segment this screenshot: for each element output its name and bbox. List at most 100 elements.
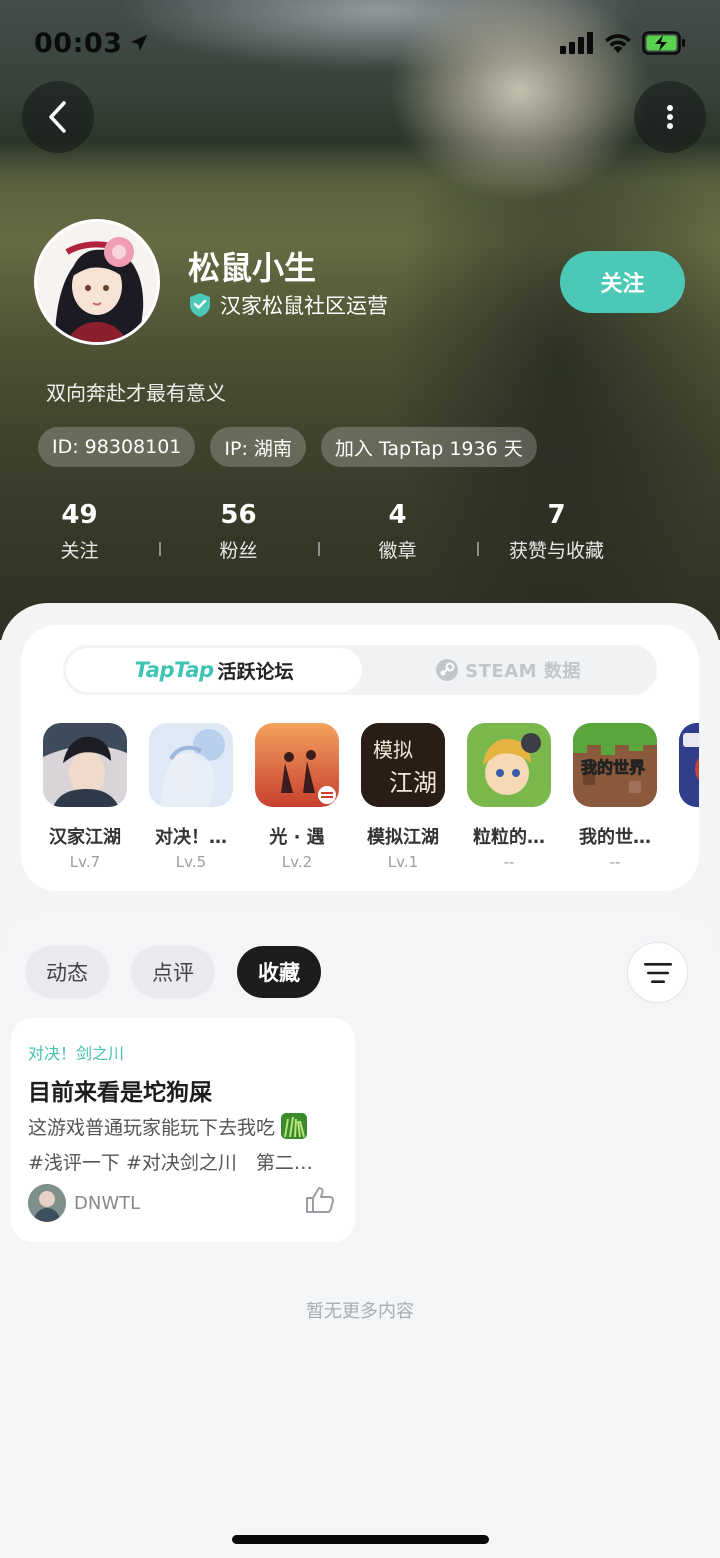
moni-logo-text: 模拟 <box>373 738 413 762</box>
hanjia-art <box>43 723 127 807</box>
games-source-switch: TapTap 活跃论坛 STEAM 数据 <box>63 645 657 695</box>
ip-location-chip: IP: 湖南 <box>210 427 306 467</box>
post-excerpt: 这游戏普通玩家能玩下去我吃 #浅评一下 #对决剑之川 第二… <box>28 1111 340 1181</box>
author-avatar-art <box>28 1184 66 1222</box>
game-icon-yuan <box>679 723 699 807</box>
game-name: 模拟江湖 <box>367 827 439 848</box>
game-level: -- <box>503 853 515 871</box>
tab-steam-data[interactable]: STEAM 数据 <box>363 648 653 692</box>
minecraft-logo-text: 我的世界 <box>581 758 645 777</box>
stat-following[interactable]: 49 关注 <box>0 500 159 563</box>
stat-badges[interactable]: 4 徽章 <box>318 500 477 563</box>
stat-label: 徽章 <box>378 540 417 562</box>
post-excerpt-hashtags: #浅评一下 #对决剑之川 第二… <box>28 1152 313 1174</box>
avatar-illustration <box>37 222 157 342</box>
games-card: TapTap 活跃论坛 STEAM 数据 汉家江湖 Lv.7 对决！… Lv.5… <box>21 625 699 891</box>
stat-label: 粉丝 <box>219 540 258 562</box>
game-icon-lili <box>467 723 551 807</box>
game-level: Lv.2 <box>281 853 313 871</box>
game-name: 光 · 遇 <box>269 827 325 848</box>
stat-value: 56 <box>220 500 257 530</box>
filter-button[interactable] <box>627 942 688 1003</box>
feed-tabs: 动态 点评 收藏 <box>25 946 321 998</box>
game-level: -- <box>609 853 621 871</box>
sky-art <box>255 723 339 807</box>
role-text: 汉家松鼠社区运营 <box>220 294 388 318</box>
game-icon-duijue <box>149 723 233 807</box>
follow-button[interactable]: 关注 <box>560 251 685 313</box>
game-item[interactable]: 模拟 江湖 模拟江湖 Lv.1 <box>361 723 445 871</box>
post-title: 目前来看是坨狗屎 <box>28 1080 212 1106</box>
game-icon-minecraft: 我的世界 <box>573 723 657 807</box>
stat-likes-favorites[interactable]: 7 获赞与收藏 <box>477 500 636 563</box>
thumbs-up-icon <box>306 1187 335 1213</box>
game-item[interactable]: 光 · 遇 Lv.2 <box>255 723 339 871</box>
game-icon-hanjia <box>43 723 127 807</box>
verified-role: 汉家松鼠社区运营 <box>188 290 388 320</box>
tab-moments[interactable]: 动态 <box>25 946 109 998</box>
game-item[interactable]: 粒粒的… -- <box>467 723 551 871</box>
wifi-icon <box>605 34 631 53</box>
stat-value: 4 <box>388 500 407 530</box>
game-list: 汉家江湖 Lv.7 对决！… Lv.5 光 · 遇 Lv.2 模拟 江湖 模拟江… <box>43 723 699 871</box>
stat-value: 7 <box>547 500 566 530</box>
taptap-logo: TapTap <box>134 658 214 682</box>
status-time: 00:03 <box>34 28 150 59</box>
yuan-art <box>679 723 699 807</box>
verified-badge-icon <box>190 293 210 317</box>
game-icon-sky <box>255 723 339 807</box>
tab-active-forums[interactable]: TapTap 活跃论坛 <box>66 648 362 692</box>
profile-chips: ID: 98308101 IP: 湖南 加入 TapTap 1936 天 <box>38 427 537 467</box>
signal-icon <box>560 32 593 54</box>
stat-label: 获赞与收藏 <box>508 540 604 562</box>
game-icon-moni: 模拟 江湖 <box>361 723 445 807</box>
moni-art: 模拟 江湖 <box>361 723 445 807</box>
game-name: 粒粒的… <box>473 827 545 848</box>
stat-label: 关注 <box>60 540 99 562</box>
back-button[interactable] <box>22 81 94 153</box>
user-bio: 双向奔赴才最有意义 <box>46 381 226 405</box>
moni-logo-text-2: 江湖 <box>389 769 437 797</box>
grass-emoji-icon <box>281 1113 308 1139</box>
user-avatar[interactable] <box>34 219 160 345</box>
tab-reviews[interactable]: 点评 <box>131 946 215 998</box>
chevron-left-icon <box>49 101 66 133</box>
game-name: 汉家江湖 <box>49 827 121 848</box>
menu-lines-icon <box>643 962 672 983</box>
game-level: Lv.7 <box>69 853 101 871</box>
author-avatar <box>28 1184 66 1222</box>
minecraft-art: 我的世界 <box>573 723 657 807</box>
status-bar: 00:03 <box>34 26 686 60</box>
post-author[interactable]: DNWTL <box>28 1184 140 1222</box>
user-id-chip[interactable]: ID: 98308101 <box>38 427 196 467</box>
like-button[interactable] <box>305 1186 335 1218</box>
post-card[interactable]: 对决！剑之川 目前来看是坨狗屎 这游戏普通玩家能玩下去我吃 #浅评一下 #对决剑… <box>11 1018 355 1242</box>
game-item[interactable]: 汉家江湖 Lv.7 <box>43 723 127 871</box>
game-name: 我的世… <box>579 827 651 848</box>
status-icons <box>560 31 686 55</box>
stat-value: 49 <box>61 500 98 530</box>
profile-stats: 49 关注 56 粉丝 4 徽章 7 获赞与收藏 <box>0 500 636 563</box>
duijue-art <box>149 723 233 807</box>
lili-art <box>467 723 551 807</box>
post-game-tag[interactable]: 对决！剑之川 <box>28 1040 124 1064</box>
tab-steam-data-label: STEAM 数据 <box>465 661 581 682</box>
more-vertical-icon <box>667 105 673 129</box>
tab-favorites[interactable]: 收藏 <box>237 946 321 998</box>
battery-charging-icon <box>642 31 685 55</box>
status-time-text: 00:03 <box>34 27 123 59</box>
post-excerpt-line: 这游戏普通玩家能玩下去我吃 <box>28 1111 340 1146</box>
steam-icon <box>436 659 459 681</box>
more-button[interactable] <box>634 81 706 153</box>
stat-followers[interactable]: 56 粉丝 <box>159 500 318 563</box>
location-arrow-icon <box>131 34 148 52</box>
game-level: Lv.1 <box>387 853 419 871</box>
user-name: 松鼠小生 <box>188 249 317 287</box>
game-level: Lv.5 <box>175 853 207 871</box>
game-item[interactable]: 我的世界 我的世… -- <box>573 723 657 871</box>
join-days-chip: 加入 TapTap 1936 天 <box>320 427 537 467</box>
game-item[interactable]: 对决！… Lv.5 <box>149 723 233 871</box>
home-indicator[interactable] <box>232 1535 489 1544</box>
game-item[interactable]: 元 <box>679 723 699 871</box>
author-name: DNWTL <box>74 1192 141 1214</box>
